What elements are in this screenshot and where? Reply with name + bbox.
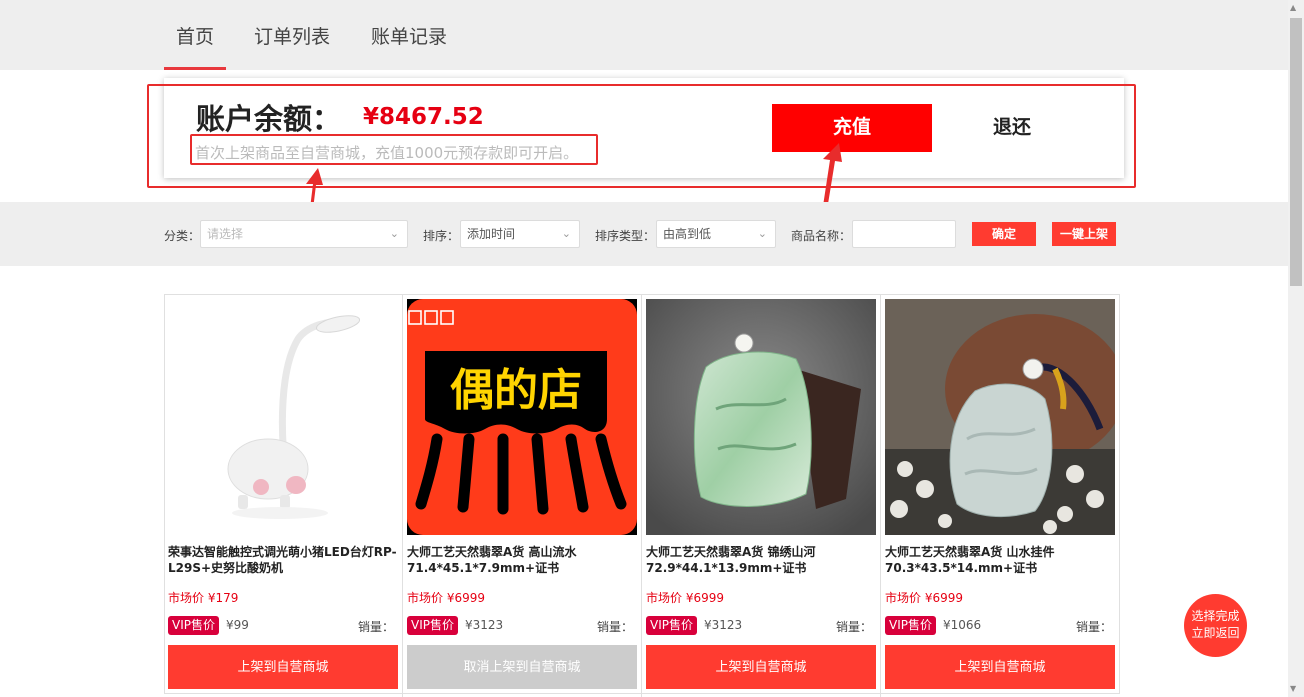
category-label: 分类： xyxy=(164,229,201,243)
product-title[interactable]: 大师工艺天然翡翠A货 锦绣山河 72.9*44.1*13.9mm+证书 xyxy=(646,544,876,576)
category-select[interactable]: 请选择 ⌄ xyxy=(200,220,408,248)
vip-price: ¥3123 xyxy=(704,618,743,632)
scroll-up-icon[interactable]: ▲ xyxy=(1290,3,1296,12)
finish-return-button[interactable]: 选择完成 立即返回 xyxy=(1184,594,1247,657)
product-card: 荣事达智能触控式调光萌小猪LED台灯RP-L29S+史努比酸奶机 市场价 ¥17… xyxy=(164,295,403,697)
store-logo-text: 偶的店 xyxy=(450,365,582,416)
scroll-down-icon[interactable]: ▼ xyxy=(1290,684,1296,693)
sales-label: 销量： xyxy=(357,620,394,634)
category-select-value: 请选择 xyxy=(207,227,244,241)
product-image-lamp[interactable] xyxy=(168,299,398,535)
market-price: 市场价 ¥179 xyxy=(168,591,239,605)
product-image-store-logo[interactable]: 偶的店 xyxy=(407,299,637,535)
vip-price: ¥99 xyxy=(226,618,249,632)
store-logo-image: 偶的店 xyxy=(407,299,637,535)
product-card: 偶的店 大师工艺天然翡翠A货 高山流水 71.4*45.1*7.9mm+证书 市… xyxy=(403,295,642,697)
market-price: 市场价 ¥6999 xyxy=(407,591,485,605)
tab-home[interactable]: 首页 xyxy=(176,22,214,49)
vip-price: ¥3123 xyxy=(465,618,504,632)
sort-select-value: 添加时间 xyxy=(467,227,516,241)
vip-badge: VIP售价 xyxy=(885,616,936,635)
finish-return-line1: 选择完成 xyxy=(1191,609,1240,623)
tab-order-list[interactable]: 订单列表 xyxy=(254,22,330,49)
jade-pendant-image xyxy=(646,299,876,535)
active-tab-indicator xyxy=(164,67,226,70)
product-name-input[interactable] xyxy=(852,220,956,248)
list-to-store-button[interactable]: 上架到自营商城 xyxy=(168,645,398,689)
sort-select[interactable]: 添加时间 ⌄ xyxy=(460,220,580,248)
scrollbar-thumb[interactable] xyxy=(1290,18,1302,286)
product-card: 大师工艺天然翡翠A货 山水挂件 70.3*43.5*14.mm+证书 市场价 ¥… xyxy=(881,295,1120,697)
chevron-down-icon: ⌄ xyxy=(757,227,767,240)
sort-type-select[interactable]: 由高到低 ⌄ xyxy=(656,220,776,248)
sort-type-label: 排序类型： xyxy=(595,229,656,243)
sort-label: 排序： xyxy=(423,229,460,243)
lamp-image xyxy=(168,299,398,535)
sales-label: 销量： xyxy=(1075,620,1112,634)
vip-badge: VIP售价 xyxy=(407,616,458,635)
vip-badge: VIP售价 xyxy=(168,616,219,635)
annotation-frame-hint xyxy=(190,134,598,165)
chevron-down-icon: ⌄ xyxy=(389,227,399,240)
list-to-store-button[interactable]: 上架到自营商城 xyxy=(885,645,1115,689)
tab-bill-records[interactable]: 账单记录 xyxy=(371,22,447,49)
sales-label: 销量： xyxy=(835,620,872,634)
page: 首页 订单列表 账单记录 账户余额： ¥8467.52 首次上架商品至自营商城，… xyxy=(0,0,1304,697)
sales-label: 销量： xyxy=(596,620,633,634)
sort-type-select-value: 由高到低 xyxy=(663,227,712,241)
finish-return-line2: 立即返回 xyxy=(1191,626,1240,640)
product-title[interactable]: 荣事达智能触控式调光萌小猪LED台灯RP-L29S+史努比酸奶机 xyxy=(168,544,398,576)
vip-price: ¥1066 xyxy=(943,618,982,632)
confirm-button[interactable]: 确定 xyxy=(972,222,1036,246)
vip-badge: VIP售价 xyxy=(646,616,697,635)
market-price: 市场价 ¥6999 xyxy=(885,591,963,605)
product-title[interactable]: 大师工艺天然翡翠A货 高山流水 71.4*45.1*7.9mm+证书 xyxy=(407,544,637,576)
market-price: 市场价 ¥6999 xyxy=(646,591,724,605)
product-title[interactable]: 大师工艺天然翡翠A货 山水挂件 70.3*43.5*14.mm+证书 xyxy=(885,544,1115,576)
chevron-down-icon: ⌄ xyxy=(561,227,571,240)
product-image-jade-landscape[interactable] xyxy=(885,299,1115,535)
cancel-listing-button[interactable]: 取消上架到自营商城 xyxy=(407,645,637,689)
top-nav: 首页 订单列表 账单记录 xyxy=(0,0,1288,70)
product-name-label: 商品名称： xyxy=(791,229,852,243)
product-image-jade-pendant[interactable] xyxy=(646,299,876,535)
list-to-store-button[interactable]: 上架到自营商城 xyxy=(646,645,876,689)
jade-landscape-image xyxy=(885,299,1115,535)
product-card: 大师工艺天然翡翠A货 锦绣山河 72.9*44.1*13.9mm+证书 市场价 … xyxy=(642,295,881,697)
one-click-list-button[interactable]: 一键上架 xyxy=(1052,222,1116,246)
